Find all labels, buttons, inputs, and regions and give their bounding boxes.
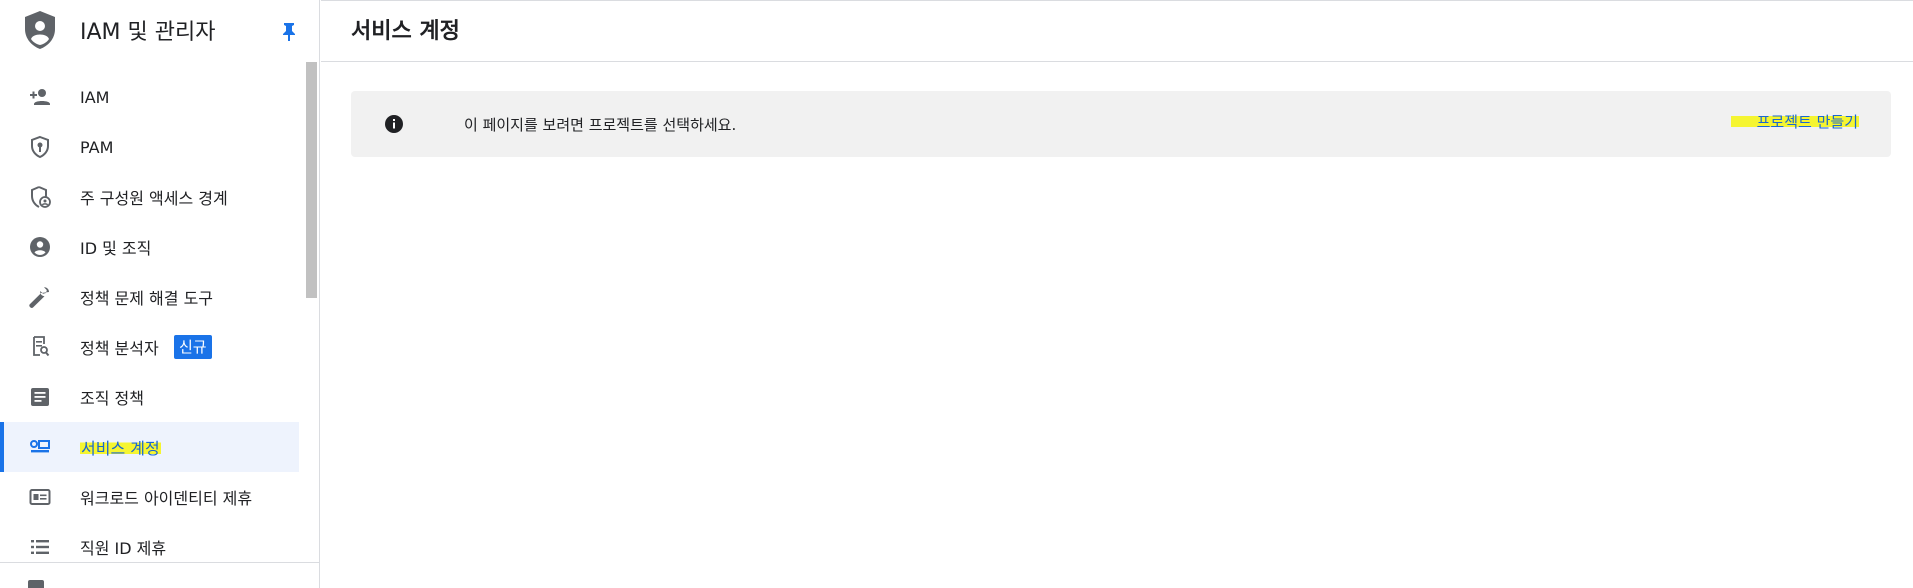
service-account-icon [30,440,50,453]
info-icon [385,115,403,133]
page-title: 서비스 계정 [351,19,460,44]
sidebar: IAM 및 관리자 IAM PAM 주 구성원 액세스 경계 ID 및 조직 정… [0,0,320,588]
create-project-link[interactable]: 프로젝트 만들기 [1730,111,1859,132]
sidebar-item-label: 직원 ID 제휴 [80,539,167,558]
id-card-icon [29,489,51,505]
info-banner: 이 페이지를 보려면 프로젝트를 선택하세요. 프로젝트 만들기 [351,91,1891,157]
sidebar-item-service-accounts[interactable]: 서비스 계정 [0,422,299,472]
sidebar-item-policy-analyzer[interactable]: 정책 분석자 신규 [0,322,299,372]
sidebar-item-organization-policies[interactable]: 조직 정책 [0,372,299,422]
sidebar-item-label: ID 및 조직 [80,239,152,258]
sidebar-item-iam[interactable]: IAM [0,72,299,122]
app-window: IAM 및 관리자 IAM PAM 주 구성원 액세스 경계 ID 및 조직 정… [0,0,1913,588]
sidebar-item-label: 정책 문제 해결 도구 [80,289,214,308]
sidebar-scrollbar-thumb[interactable] [306,62,317,298]
sidebar-item-id-and-organization[interactable]: ID 및 조직 [0,222,299,272]
account-circle-icon [30,237,50,257]
divider [0,562,319,563]
sidebar-item-label: 주 구성원 액세스 경계 [80,189,228,208]
sidebar-item-label: 서비스 계정 [80,435,161,459]
shield-key-icon [31,135,49,159]
new-badge: 신규 [174,335,212,359]
sidebar-item-label: IAM [80,87,110,107]
product-title: IAM 및 관리자 [80,20,216,45]
page-header: 서비스 계정 [321,0,1913,62]
sidebar-item-label: 워크로드 아이덴티티 제휴 [80,489,253,508]
sidebar-item-label: 조직 정책 [80,389,144,408]
sidebar-item-pam[interactable]: PAM [0,122,299,172]
main-content: 서비스 계정 이 페이지를 보려면 프로젝트를 선택하세요. 프로젝트 만들기 [321,0,1913,588]
person-add-icon [30,89,50,105]
sidebar-item-workforce-identity-federation[interactable]: 직원 ID 제휴 [0,522,299,572]
policy-search-icon [33,336,50,357]
article-icon [31,388,49,406]
pin-icon[interactable] [280,21,298,41]
sidebar-item-principal-access-boundary[interactable]: 주 구성원 액세스 경계 [0,172,299,222]
banner-message: 이 페이지를 보려면 프로젝트를 선택하세요. [464,116,737,134]
sidebar-item-label: 정책 분석자 [80,339,159,358]
next-item-icon [28,580,44,588]
wrench-icon [29,287,49,308]
sidebar-item-workload-identity-federation[interactable]: 워크로드 아이덴티티 제휴 [0,472,299,522]
highlight-mark: 프로젝트 만들기 [1730,113,1859,131]
sidebar-item-policy-troubleshooter[interactable]: 정책 문제 해결 도구 [0,272,299,322]
shield-person-icon [31,186,51,208]
highlight-mark: 서비스 계정 [80,439,161,458]
sidebar-item-label: PAM [80,137,114,157]
iam-shield-icon [25,11,55,49]
list-icon [31,540,49,554]
sidebar-nav: IAM PAM 주 구성원 액세스 경계 ID 및 조직 정책 문제 해결 도구… [0,60,319,562]
sidebar-header: IAM 및 관리자 [0,0,319,60]
